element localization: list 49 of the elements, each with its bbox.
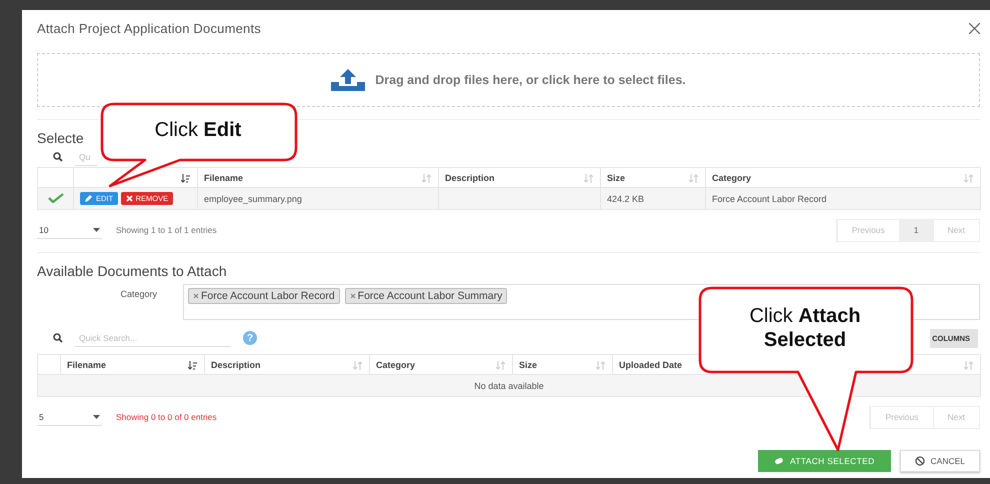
pencil-icon — [85, 194, 93, 202]
caret-icon — [93, 228, 100, 232]
page-button[interactable]: 1 — [898, 220, 933, 240]
sort-icon[interactable] — [964, 174, 973, 183]
category-label: Category — [119, 288, 157, 299]
drop-zone-text: Drag and drop files here, or click here to select files. — [375, 73, 686, 87]
sort-icon[interactable] — [584, 174, 593, 183]
column-label: Description — [445, 172, 495, 182]
empty-message: No data available — [38, 374, 980, 396]
sort-icon[interactable] — [353, 361, 362, 370]
table-cell: employee_summary.png — [198, 188, 438, 210]
callout-text: Click Edit — [154, 118, 242, 142]
section-heading: Available Documents to Attach — [37, 263, 228, 280]
column-label: Category — [376, 360, 416, 370]
column-label: Size — [519, 360, 538, 370]
sort-ascending-icon[interactable] — [181, 174, 190, 183]
page-size-select[interactable]: 5 — [37, 408, 102, 426]
remove-tag-icon[interactable] — [350, 293, 356, 299]
page-size-select[interactable]: 10 — [37, 222, 102, 238]
category-tag[interactable]: Force Account Labor Summary — [344, 288, 508, 304]
dialog-title: Attach Project Application Documents — [37, 20, 261, 36]
column-label: Size — [607, 172, 626, 182]
sort-icon[interactable] — [422, 174, 431, 183]
table-cell: Force Account Labor Record — [706, 188, 980, 210]
sort-icon[interactable] — [964, 361, 973, 370]
close-icon[interactable] — [969, 22, 980, 34]
column-label: Filename — [67, 360, 106, 370]
upload-icon — [331, 69, 366, 91]
sort-icon[interactable] — [496, 361, 505, 370]
column-label: Category — [712, 172, 752, 182]
column-label: Uploaded Date — [619, 360, 682, 370]
entries-info: Showing 0 to 0 of 0 entries — [116, 412, 217, 422]
category-tag[interactable]: Force Account Labor Record — [188, 288, 340, 304]
entries-info: Showing 1 to 1 of 1 entries — [116, 225, 217, 235]
search-icon — [53, 333, 63, 343]
ban-icon — [914, 456, 925, 466]
search-icon — [53, 152, 63, 162]
sort-icon[interactable] — [689, 174, 698, 183]
attach-selected-button[interactable]: ATTACH SELECTED — [758, 450, 891, 472]
column-label: Filename — [204, 172, 244, 182]
cancel-button[interactable]: CANCEL — [900, 450, 980, 472]
column-label: Description — [211, 360, 261, 370]
x-icon — [126, 195, 133, 202]
caret-icon — [93, 414, 100, 418]
sort-ascending-icon[interactable] — [188, 361, 197, 370]
section-heading: Selecte — [37, 130, 85, 147]
sort-icon[interactable] — [596, 361, 605, 370]
table-cell: 424.2 KB — [600, 188, 706, 210]
remove-tag-icon[interactable] — [193, 293, 199, 299]
